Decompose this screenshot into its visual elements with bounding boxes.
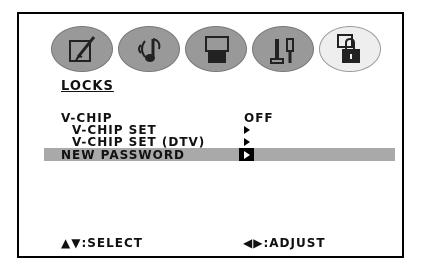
submenu-arrow-icon [244,138,250,146]
tab-audio[interactable] [118,26,180,72]
menu-item-label: V-CHIP SET (DTV) [72,135,206,149]
page-title: LOCKS [61,79,114,94]
tab-picture[interactable] [51,26,113,72]
footer-adjust-hint: ◀▶:ADJUST [243,236,326,250]
tab-locks[interactable] [319,26,381,72]
tv-icon [205,36,229,63]
select-hint-label: :SELECT [81,236,143,250]
adjust-hint-label: :ADJUST [263,236,326,250]
lock-icon [337,34,360,63]
tab-setup[interactable] [252,26,314,72]
menu-item-new-password[interactable]: NEW PASSWORD [0,148,422,162]
tab-channel[interactable] [185,26,247,72]
tv-menu-screen: LOCKS V-CHIP OFF V-CHIP SET V-CHIP SET (… [0,0,422,260]
submenu-arrow-icon [244,126,250,134]
picture-icon [69,36,96,62]
footer-select-hint: ▲▼:SELECT [61,236,143,250]
menu-tabs [51,26,391,78]
menu-item-vchip-set-dtv[interactable]: V-CHIP SET (DTV) [0,135,422,149]
tools-icon [270,38,294,64]
music-note-icon [138,38,161,62]
menu-item-label: NEW PASSWORD [61,148,186,162]
up-down-arrows-icon: ▲▼ [61,236,82,250]
left-right-arrows-icon: ◀▶ [243,236,264,250]
submenu-arrow-selected-icon [239,148,254,161]
